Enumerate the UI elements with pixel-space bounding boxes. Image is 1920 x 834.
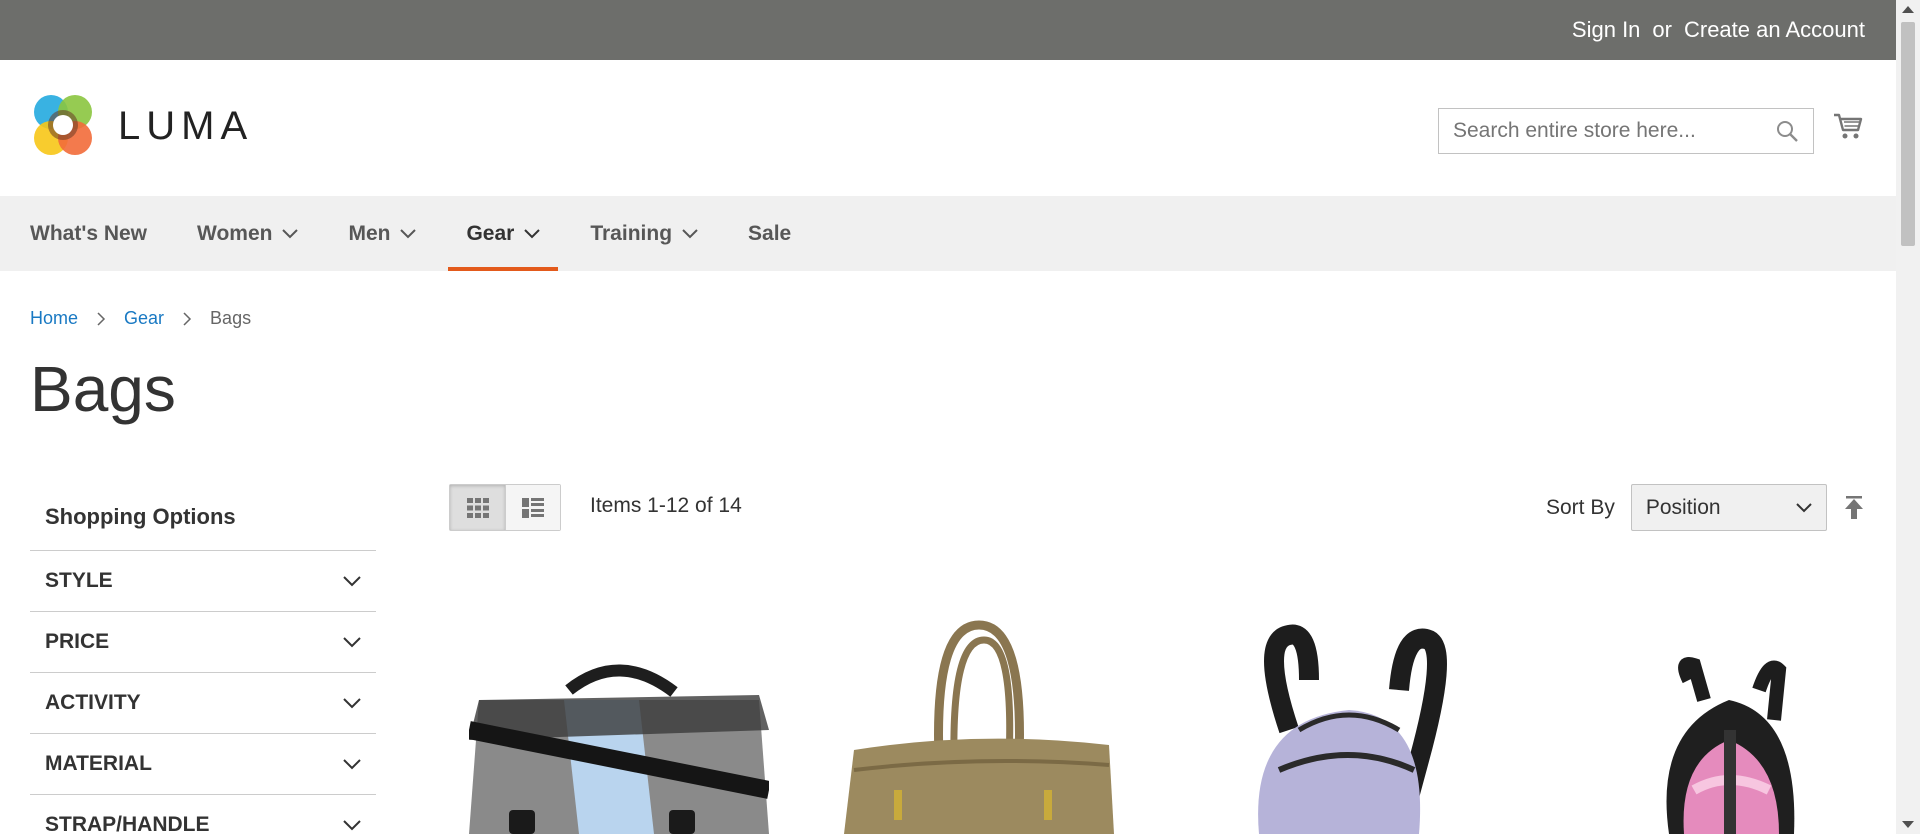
nav-label: Gear	[466, 221, 515, 245]
scroll-down-arrow-icon[interactable]	[1902, 821, 1914, 828]
create-account-link[interactable]: Create an Account	[1684, 17, 1865, 43]
view-mode-switcher	[449, 484, 561, 531]
chevron-down-icon	[343, 758, 361, 769]
chevron-down-icon	[282, 228, 299, 238]
filter-label: STRAP/HANDLE	[45, 813, 210, 834]
chevron-down-icon	[343, 575, 361, 586]
sidebar-heading: Shopping Options	[45, 504, 236, 529]
nav-item-whats-new[interactable]: What's New	[30, 196, 147, 271]
nav-item-sale[interactable]: Sale	[748, 196, 791, 271]
search-box	[1438, 108, 1814, 154]
product-grid	[449, 620, 1869, 834]
chevron-down-icon	[682, 228, 698, 238]
nav-label: Training	[590, 221, 673, 245]
search-icon[interactable]	[1775, 119, 1799, 143]
chevron-down-icon	[400, 228, 417, 238]
nav-label: Men	[348, 221, 391, 245]
breadcrumb-gear[interactable]: Gear	[124, 308, 164, 329]
sort-direction-arrow-icon[interactable]	[1843, 495, 1865, 520]
search-input[interactable]	[1453, 119, 1763, 143]
nav-label: Women	[197, 221, 273, 245]
nav-label: Sale	[748, 221, 792, 245]
filter-activity[interactable]: ACTIVITY	[30, 672, 376, 733]
chevron-down-icon	[343, 697, 361, 708]
sign-in-link[interactable]: Sign In	[1572, 17, 1641, 43]
lavender-backpack-image[interactable]	[1219, 620, 1479, 834]
scroll-up-arrow-icon[interactable]	[1902, 6, 1914, 13]
chevron-down-icon	[1796, 502, 1812, 512]
top-bar: Sign In or Create an Account	[0, 0, 1896, 60]
shopping-options-sidebar: Shopping Options STYLE PRICE ACTIVITY MA…	[30, 484, 376, 834]
grid-view-button[interactable]	[450, 485, 505, 530]
chevron-down-icon	[343, 636, 361, 647]
messenger-bag-image[interactable]	[469, 620, 769, 834]
luma-logo-icon	[34, 95, 92, 155]
filter-label: ACTIVITY	[45, 691, 141, 714]
vertical-scrollbar[interactable]	[1896, 0, 1920, 834]
list-view-button[interactable]	[505, 485, 560, 530]
filter-material[interactable]: MATERIAL	[30, 733, 376, 794]
chevron-down-icon	[524, 228, 541, 238]
pink-backpack-image[interactable]	[1599, 620, 1839, 834]
sorter: Sort By Position	[1546, 484, 1865, 531]
cart-icon[interactable]	[1832, 110, 1864, 142]
sort-by-label: Sort By	[1546, 495, 1615, 519]
filter-label: STYLE	[45, 569, 113, 592]
nav-item-training[interactable]: Training	[590, 196, 698, 271]
filter-price[interactable]: PRICE	[30, 611, 376, 672]
filter-strap-handle[interactable]: STRAP/HANDLE	[30, 794, 376, 834]
scrollbar-thumb[interactable]	[1901, 22, 1915, 246]
list-icon	[522, 497, 544, 518]
items-count: Items 1-12 of 14	[590, 494, 742, 517]
or-text: or	[1652, 17, 1672, 42]
breadcrumb: Home Gear Bags	[30, 308, 251, 329]
page-viewport: Sign In or Create an Account LUMA Search…	[0, 0, 1896, 834]
nav-item-women[interactable]: Women	[197, 196, 299, 271]
sort-by-value: Position	[1645, 495, 1721, 519]
logo[interactable]: LUMA	[30, 92, 253, 160]
sort-by-select[interactable]: Position	[1630, 484, 1827, 531]
nav-label: What's New	[30, 221, 148, 245]
logo-text: LUMA	[118, 103, 254, 148]
nav-item-men[interactable]: Men	[348, 196, 417, 271]
breadcrumb-current: Bags	[210, 308, 252, 328]
tote-bag-image[interactable]	[834, 620, 1124, 834]
filter-style[interactable]: STYLE	[30, 550, 376, 611]
breadcrumb-home[interactable]: Home	[30, 308, 78, 329]
chevron-right-icon	[183, 311, 192, 326]
nav-item-gear[interactable]: Gear	[448, 196, 559, 271]
filter-label: PRICE	[45, 630, 110, 653]
header-links: Sign In or Create an Account	[1572, 0, 1865, 60]
main-navigation: What's New Women Men Gear Training Sale	[0, 196, 1896, 271]
filter-label: MATERIAL	[45, 752, 152, 775]
chevron-down-icon	[343, 819, 361, 830]
page-title: Bags	[30, 353, 176, 425]
grid-icon	[466, 497, 489, 518]
chevron-right-icon	[97, 311, 106, 326]
